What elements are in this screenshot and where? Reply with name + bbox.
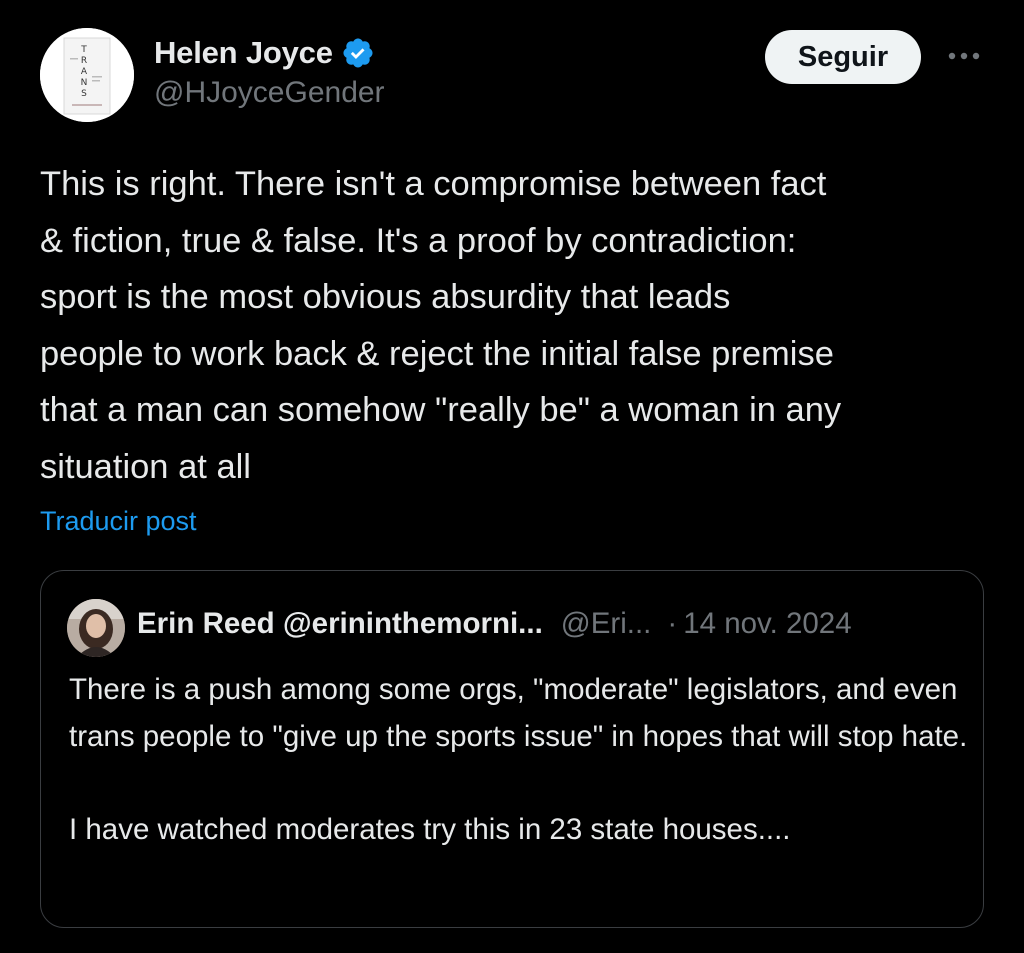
- quote-author-name[interactable]: Erin Reed @erininthemorni...: [137, 607, 543, 641]
- erin-reed-avatar-image: [67, 599, 125, 657]
- quote-separator: ·: [667, 607, 678, 640]
- author-name-row: Helen Joyce: [154, 32, 385, 74]
- quote-header: Erin Reed @erininthemorni... @Eri... · 1…: [137, 607, 852, 641]
- author-handle[interactable]: @HJoyceGender: [154, 76, 385, 110]
- quote-date[interactable]: 14 nov. 2024: [683, 607, 851, 641]
- svg-text:T: T: [80, 45, 87, 55]
- author-display-name[interactable]: Helen Joyce: [154, 35, 333, 71]
- quote-paragraph: There is a push among some orgs, "modera…: [69, 673, 968, 753]
- translate-post-link[interactable]: Traducir post: [40, 506, 197, 537]
- quote-author-handle[interactable]: @Eri...: [561, 607, 652, 641]
- svg-text:R: R: [81, 56, 87, 66]
- quote-author-avatar[interactable]: [67, 599, 125, 657]
- svg-text:A: A: [81, 67, 88, 77]
- tweet-header: T R A N S Helen Joyce @HJoyceGender Segu…: [40, 28, 984, 124]
- verified-badge-icon[interactable]: [341, 36, 375, 70]
- author-avatar[interactable]: T R A N S: [40, 28, 134, 122]
- book-cover-image: T R A N S: [40, 28, 134, 122]
- quote-paragraph: I have watched moderates try this in 23 …: [69, 812, 791, 846]
- tweet-body-text: This is right. There isn't a compromise …: [40, 165, 842, 486]
- author-info: Helen Joyce @HJoyceGender: [154, 32, 385, 110]
- follow-button[interactable]: Seguir: [765, 30, 921, 84]
- quote-body-text: There is a push among some orgs, "modera…: [69, 667, 969, 853]
- quoted-tweet-card[interactable]: Erin Reed @erininthemorni... @Eri... · 1…: [40, 570, 984, 928]
- svg-text:N: N: [81, 78, 88, 88]
- svg-text:S: S: [81, 89, 87, 99]
- more-dots-icon[interactable]: [944, 42, 984, 70]
